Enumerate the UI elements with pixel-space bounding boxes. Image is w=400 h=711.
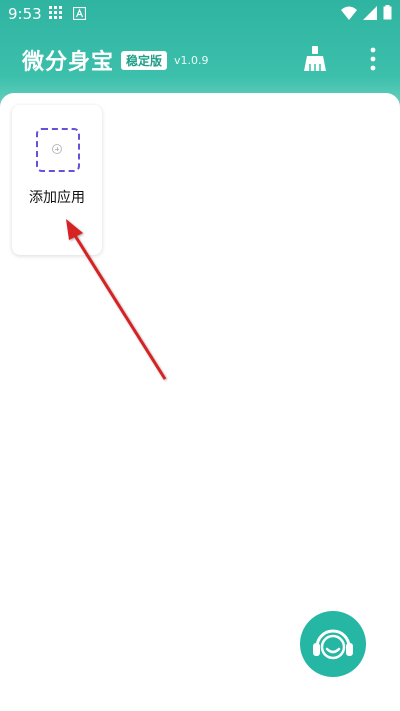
headset-smile-icon (313, 629, 353, 660)
app-title: 微分身宝 (22, 50, 115, 75)
wifi-icon (341, 6, 357, 20)
add-app-card[interactable]: 添加应用 (12, 105, 102, 255)
a-notification-icon (73, 6, 86, 20)
more-vertical-icon (370, 47, 376, 71)
grid-notification-icon (49, 6, 62, 19)
status-time: 9:53 (8, 5, 42, 23)
broom-icon (304, 46, 326, 71)
battery-icon (383, 5, 392, 20)
version-label: v1.0.9 (174, 54, 209, 67)
app-bar: 微分身宝 稳定版 v1.0.9 (0, 28, 400, 90)
status-right-icons (341, 5, 392, 20)
signal-icon (363, 5, 377, 20)
add-app-label: 添加应用 (29, 190, 85, 206)
add-app-tile[interactable] (36, 128, 80, 172)
clean-button[interactable] (302, 44, 330, 74)
status-left-icons (49, 6, 86, 20)
stable-badge: 稳定版 (121, 51, 168, 70)
status-bar: 9:53 (0, 0, 400, 28)
plus-icon (52, 144, 62, 154)
customer-support-button[interactable] (300, 611, 366, 677)
more-options-button[interactable] (364, 46, 382, 74)
